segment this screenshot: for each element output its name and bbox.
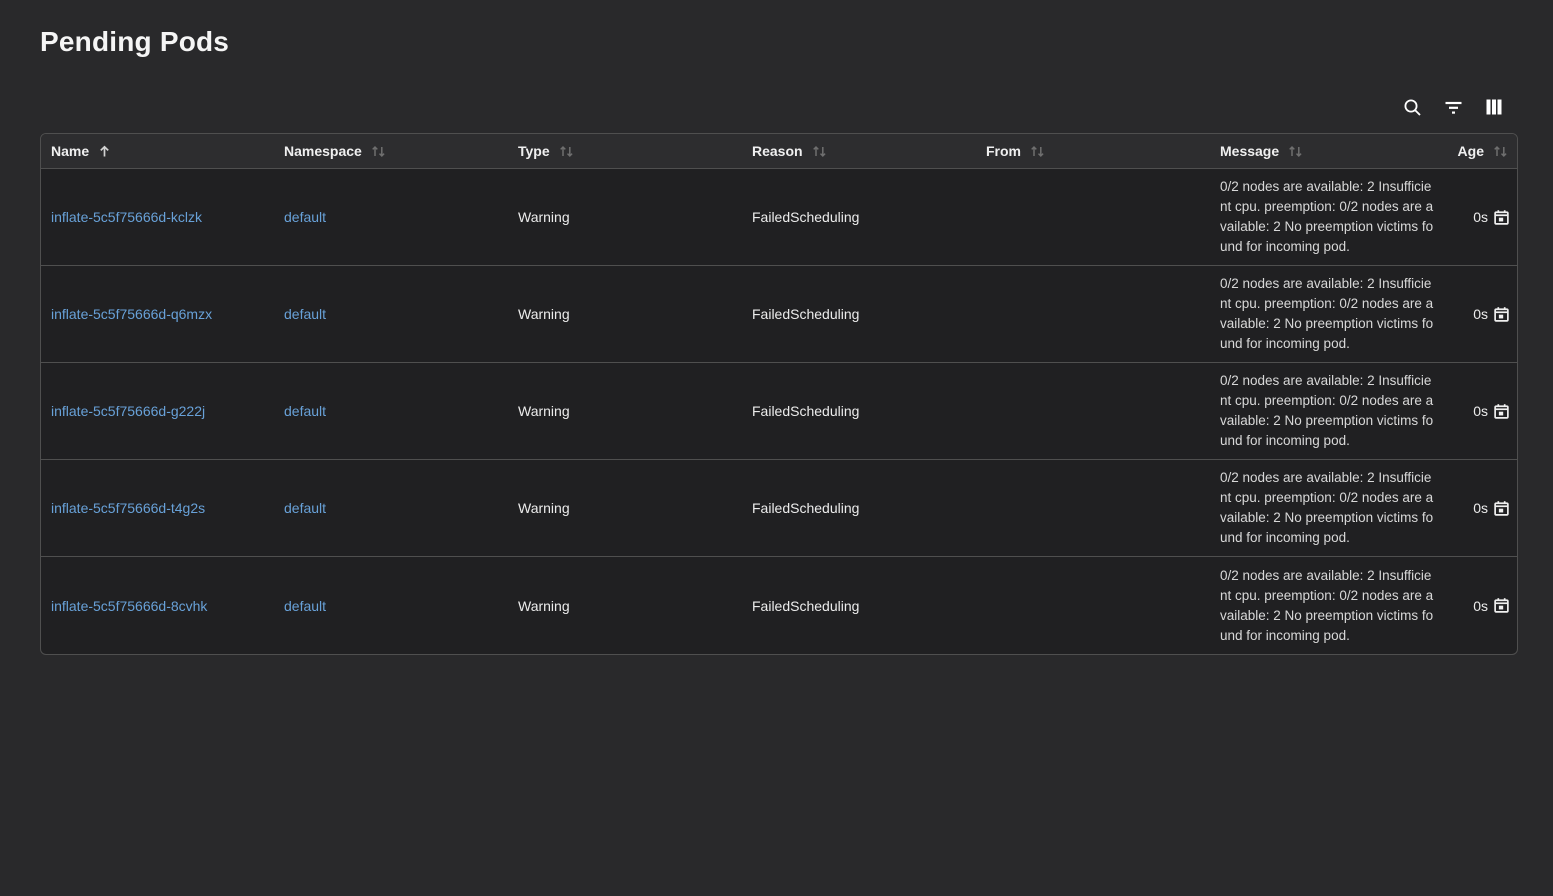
calendar-icon — [1494, 501, 1509, 516]
message-cell: 0/2 nodes are available: 2 Insufficient … — [1211, 363, 1445, 460]
pending-pods-table: Name Namespace — [40, 133, 1518, 655]
manage-columns-button[interactable] — [1482, 95, 1506, 119]
filter-icon — [1444, 98, 1463, 117]
column-header-message[interactable]: Message — [1211, 134, 1445, 169]
calendar-icon — [1494, 307, 1509, 322]
type-cell: Warning — [509, 363, 743, 460]
age-value: 0s — [1473, 500, 1488, 516]
sort-ascending-icon — [98, 145, 111, 158]
sort-arrows-icon — [1030, 145, 1045, 158]
column-header-name[interactable]: Name — [41, 134, 275, 169]
filter-button[interactable] — [1441, 95, 1465, 119]
column-label: Namespace — [284, 143, 362, 159]
page-title: Pending Pods — [40, 22, 1553, 62]
reason-cell: FailedScheduling — [743, 169, 977, 266]
message-cell: 0/2 nodes are available: 2 Insufficient … — [1211, 557, 1445, 654]
pod-name-link[interactable]: inflate-5c5f75666d-t4g2s — [51, 500, 205, 516]
type-cell: Warning — [509, 266, 743, 363]
table-row: inflate-5c5f75666d-g222j default Warning… — [41, 363, 1517, 460]
column-header-age[interactable]: Age — [1445, 134, 1517, 169]
age-value: 0s — [1473, 306, 1488, 322]
sort-arrows-icon — [1493, 145, 1508, 158]
from-cell — [977, 557, 1211, 654]
reason-cell: FailedScheduling — [743, 363, 977, 460]
table-row: inflate-5c5f75666d-t4g2s default Warning… — [41, 460, 1517, 557]
calendar-icon — [1494, 404, 1509, 419]
columns-icon — [1485, 98, 1503, 116]
pod-name-link[interactable]: inflate-5c5f75666d-q6mzx — [51, 306, 212, 322]
calendar-icon — [1494, 210, 1509, 225]
namespace-link[interactable]: default — [284, 403, 326, 419]
search-icon — [1403, 98, 1422, 117]
sort-arrows-icon — [1288, 145, 1303, 158]
reason-cell: FailedScheduling — [743, 266, 977, 363]
type-cell: Warning — [509, 169, 743, 266]
table-header-row: Name Namespace — [41, 134, 1517, 169]
pod-name-link[interactable]: inflate-5c5f75666d-8cvhk — [51, 598, 207, 614]
column-label: Reason — [752, 143, 803, 159]
column-header-reason[interactable]: Reason — [743, 134, 977, 169]
column-label: Name — [51, 143, 89, 159]
from-cell — [977, 266, 1211, 363]
sort-arrows-icon — [559, 145, 574, 158]
column-label: From — [986, 143, 1021, 159]
type-cell: Warning — [509, 460, 743, 557]
message-cell: 0/2 nodes are available: 2 Insufficient … — [1211, 169, 1445, 266]
column-label: Message — [1220, 143, 1279, 159]
table-row: inflate-5c5f75666d-q6mzx default Warning… — [41, 266, 1517, 363]
search-button[interactable] — [1400, 95, 1424, 119]
age-value: 0s — [1473, 403, 1488, 419]
age-value: 0s — [1473, 598, 1488, 614]
message-cell: 0/2 nodes are available: 2 Insufficient … — [1211, 460, 1445, 557]
from-cell — [977, 363, 1211, 460]
calendar-icon — [1494, 598, 1509, 613]
column-header-from[interactable]: From — [977, 134, 1211, 169]
reason-cell: FailedScheduling — [743, 460, 977, 557]
namespace-link[interactable]: default — [284, 209, 326, 225]
pending-pods-page: Pending Pods — [0, 22, 1553, 655]
pod-name-link[interactable]: inflate-5c5f75666d-kclzk — [51, 209, 202, 225]
pod-name-link[interactable]: inflate-5c5f75666d-g222j — [51, 403, 205, 419]
column-label: Type — [518, 143, 550, 159]
reason-cell: FailedScheduling — [743, 557, 977, 654]
table-toolbar — [40, 95, 1518, 119]
table-row: inflate-5c5f75666d-kclzk default Warning… — [41, 169, 1517, 266]
type-cell: Warning — [509, 557, 743, 654]
namespace-link[interactable]: default — [284, 598, 326, 614]
sort-arrows-icon — [371, 145, 386, 158]
column-header-namespace[interactable]: Namespace — [275, 134, 509, 169]
from-cell — [977, 460, 1211, 557]
namespace-link[interactable]: default — [284, 500, 326, 516]
age-value: 0s — [1473, 209, 1488, 225]
namespace-link[interactable]: default — [284, 306, 326, 322]
message-cell: 0/2 nodes are available: 2 Insufficient … — [1211, 266, 1445, 363]
table-row: inflate-5c5f75666d-8cvhk default Warning… — [41, 557, 1517, 654]
column-header-type[interactable]: Type — [509, 134, 743, 169]
sort-arrows-icon — [812, 145, 827, 158]
column-label: Age — [1458, 143, 1484, 159]
from-cell — [977, 169, 1211, 266]
